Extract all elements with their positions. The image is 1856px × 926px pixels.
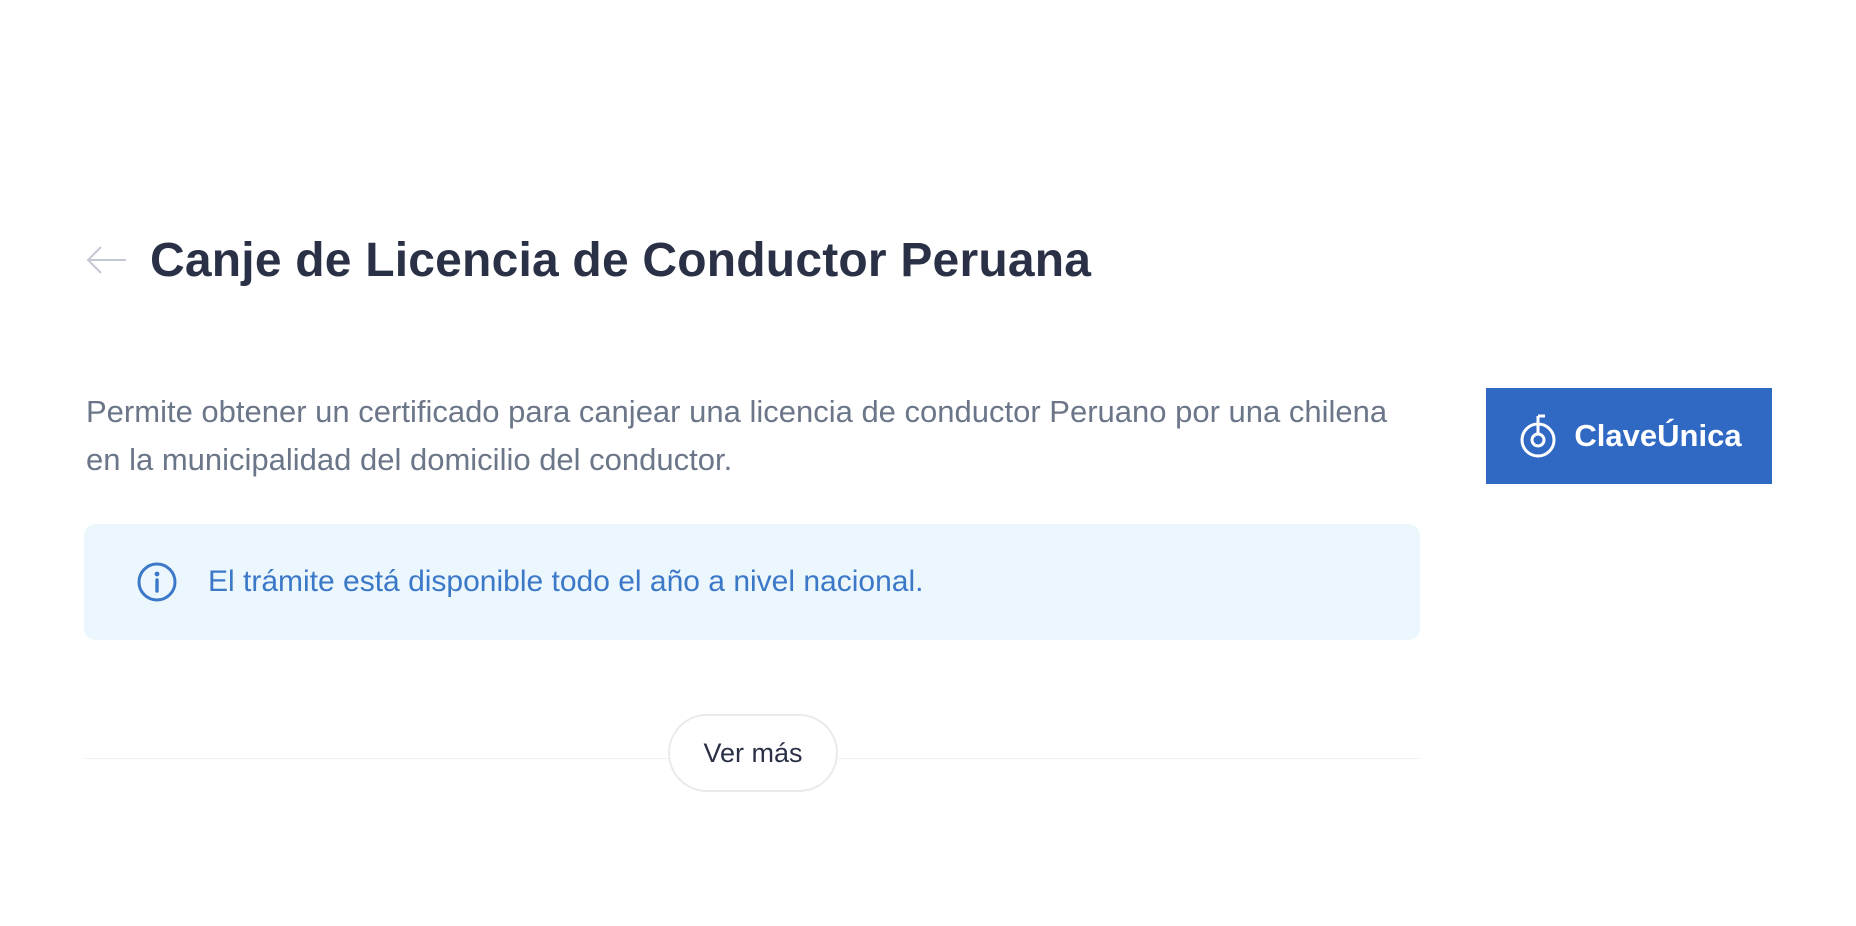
- info-icon: [137, 562, 177, 602]
- back-button[interactable]: [86, 240, 132, 280]
- info-notice: El trámite está disponible todo el año a…: [84, 524, 1420, 640]
- page-header: Canje de Licencia de Conductor Peruana: [86, 228, 1091, 292]
- procedure-description: Permite obtener un certificado para canj…: [86, 394, 1388, 477]
- ver-mas-button[interactable]: Ver más: [668, 714, 838, 792]
- info-notice-text: El trámite está disponible todo el año a…: [208, 565, 924, 598]
- clave-unica-login-button[interactable]: ClaveÚnica: [1486, 388, 1772, 484]
- arrow-left-icon: [86, 246, 126, 274]
- page: Canje de Licencia de Conductor Peruana P…: [0, 0, 1856, 926]
- page-title: Canje de Licencia de Conductor Peruana: [150, 233, 1092, 287]
- clave-unica-label: ClaveÚnica: [1574, 418, 1742, 453]
- clave-unica-icon: [1516, 412, 1560, 460]
